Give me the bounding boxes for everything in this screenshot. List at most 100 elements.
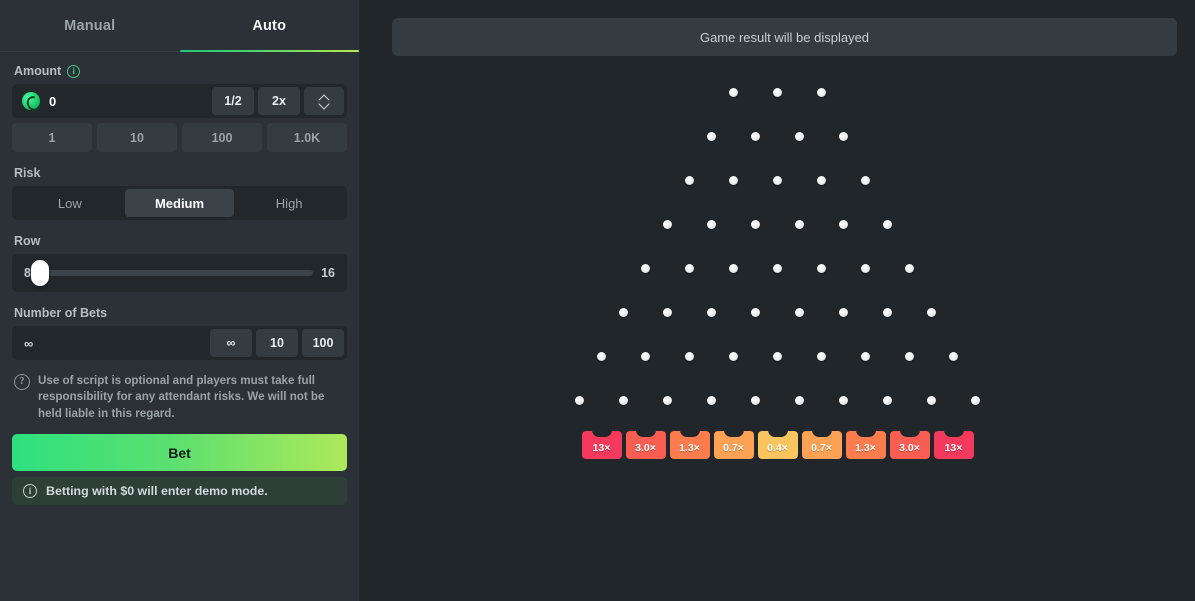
number-of-bets-input[interactable]: ∞ bbox=[15, 329, 206, 357]
row-slider-track[interactable] bbox=[30, 260, 314, 286]
multiplier-label: 3.0× bbox=[899, 442, 920, 454]
peg-grid bbox=[360, 70, 1195, 422]
amount-label-group: Amount i bbox=[14, 64, 347, 78]
peg bbox=[861, 351, 870, 361]
peg bbox=[817, 263, 826, 273]
tab-auto-label: Auto bbox=[252, 17, 287, 34]
controls-panel: Amount i 0 1/2 2x 1 10 100 1.0K Risk Low… bbox=[0, 52, 359, 506]
peg bbox=[773, 87, 782, 97]
bets-quick-10[interactable]: 10 bbox=[256, 329, 298, 357]
demo-mode-notice: i Betting with $0 will enter demo mode. bbox=[12, 477, 347, 506]
row-label: Row bbox=[14, 234, 41, 248]
peg bbox=[663, 307, 672, 317]
multiplier-label: 3.0× bbox=[635, 442, 656, 454]
plinko-app: Manual Auto Amount i 0 1/2 2x 1 10 100 1… bbox=[0, 0, 1195, 601]
multiplier-bucket: 3.0× bbox=[889, 431, 930, 459]
peg bbox=[707, 219, 716, 229]
peg bbox=[619, 307, 628, 317]
tab-auto[interactable]: Auto bbox=[179, 0, 360, 52]
script-disclaimer-text: Use of script is optional and players mu… bbox=[38, 374, 325, 420]
multiplier-bucket: 3.0× bbox=[625, 431, 666, 459]
peg bbox=[883, 219, 892, 229]
amount-quick-100[interactable]: 100 bbox=[182, 123, 262, 152]
peg-row bbox=[360, 334, 1195, 378]
multiplier-label: 0.7× bbox=[723, 442, 744, 454]
peg bbox=[795, 131, 804, 141]
peg bbox=[839, 395, 848, 405]
amount-quick-10[interactable]: 10 bbox=[97, 123, 177, 152]
peg bbox=[817, 87, 826, 97]
risk-label: Risk bbox=[14, 166, 41, 180]
tab-manual[interactable]: Manual bbox=[0, 0, 180, 51]
row-max-value: 16 bbox=[321, 266, 335, 280]
tab-manual-label: Manual bbox=[64, 17, 116, 34]
risk-option-high[interactable]: High bbox=[234, 189, 344, 217]
peg-row bbox=[360, 158, 1195, 202]
amount-quick-1k[interactable]: 1.0K bbox=[267, 123, 347, 152]
chevron-down-icon[interactable] bbox=[319, 102, 330, 108]
peg bbox=[883, 307, 892, 317]
risk-selector: Low Medium High bbox=[12, 186, 347, 220]
amount-quick-1[interactable]: 1 bbox=[12, 123, 92, 152]
peg bbox=[729, 175, 738, 185]
info-icon: i bbox=[23, 484, 37, 499]
multiplier-row: 13× 3.0× 1.3× 0.7× 0.4× 0.7× 1.3× 3.0× 13× bbox=[360, 431, 1195, 459]
peg bbox=[751, 395, 760, 405]
bets-quick-100[interactable]: 100 bbox=[302, 329, 344, 357]
multiplier-label: 1.3× bbox=[679, 442, 700, 454]
peg bbox=[641, 263, 650, 273]
peg-row bbox=[360, 290, 1195, 334]
info-icon[interactable]: i bbox=[67, 64, 81, 78]
peg bbox=[773, 175, 782, 185]
risk-option-medium[interactable]: Medium bbox=[124, 189, 235, 217]
peg bbox=[795, 219, 804, 229]
multiplier-bucket: 13× bbox=[581, 431, 622, 459]
multiplier-label: 1.3× bbox=[855, 442, 876, 454]
peg bbox=[751, 307, 760, 317]
peg bbox=[707, 395, 716, 405]
multiplier-bucket: 0.4× bbox=[757, 431, 798, 459]
peg-row bbox=[360, 70, 1195, 114]
amount-input[interactable]: 0 bbox=[15, 87, 208, 115]
peg bbox=[751, 219, 760, 229]
peg bbox=[597, 351, 606, 361]
multiplier-bucket: 0.7× bbox=[801, 431, 842, 459]
peg bbox=[619, 395, 628, 405]
amount-value: 0 bbox=[49, 93, 57, 109]
game-result-text: Game result will be displayed bbox=[699, 29, 870, 45]
question-icon: ? bbox=[14, 374, 30, 390]
amount-stepper[interactable] bbox=[304, 87, 344, 115]
peg bbox=[575, 395, 584, 405]
peg bbox=[685, 263, 694, 273]
peg bbox=[685, 175, 694, 185]
peg bbox=[905, 351, 914, 361]
peg bbox=[883, 395, 892, 405]
bet-button[interactable]: Bet bbox=[12, 434, 347, 472]
peg bbox=[817, 351, 826, 361]
multiplier-label: 0.4× bbox=[767, 442, 788, 454]
peg bbox=[707, 307, 716, 317]
amount-half-button[interactable]: 1/2 bbox=[212, 87, 254, 115]
peg-row bbox=[360, 246, 1195, 290]
peg bbox=[729, 351, 738, 361]
multiplier-label: 13× bbox=[944, 442, 963, 454]
risk-option-low[interactable]: Low bbox=[15, 189, 125, 217]
row-slider-thumb[interactable] bbox=[30, 260, 49, 286]
peg bbox=[949, 351, 958, 361]
demo-mode-text: Betting with $0 will enter demo mode. bbox=[46, 484, 268, 499]
script-disclaimer: ? Use of script is optional and players … bbox=[12, 373, 347, 422]
peg bbox=[795, 395, 804, 405]
peg bbox=[663, 395, 672, 405]
amount-input-row: 0 1/2 2x bbox=[12, 84, 347, 118]
peg bbox=[839, 219, 848, 229]
bets-quick-infinite[interactable]: ∞ bbox=[210, 329, 252, 357]
peg bbox=[817, 175, 826, 185]
amount-double-button[interactable]: 2x bbox=[258, 87, 300, 115]
game-area: Game result will be displayed 13× 3.0× 1.3… bbox=[360, 0, 1195, 601]
peg bbox=[641, 351, 650, 361]
peg bbox=[927, 395, 936, 405]
peg bbox=[861, 175, 870, 185]
peg bbox=[729, 263, 738, 273]
peg bbox=[839, 307, 848, 317]
peg bbox=[861, 263, 870, 273]
